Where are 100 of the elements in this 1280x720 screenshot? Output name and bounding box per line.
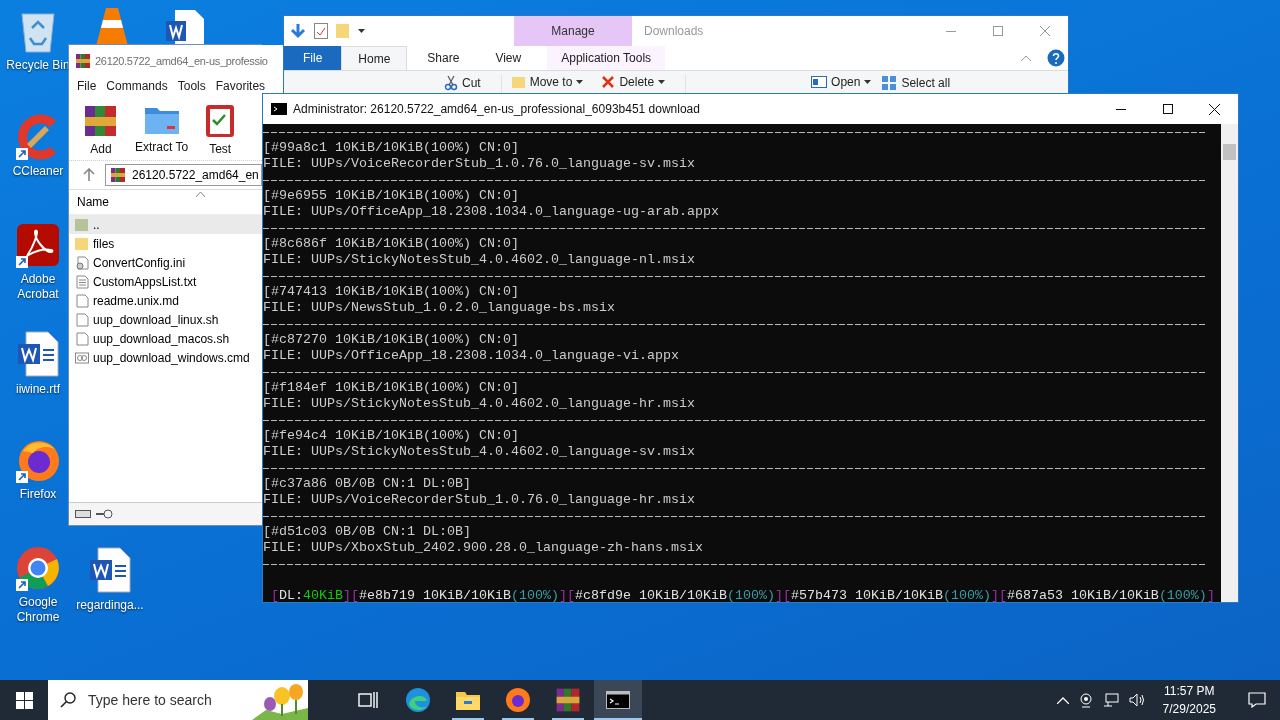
clock[interactable]: 11:57 PM 7/29/2025	[1162, 682, 1216, 718]
collapse-ribbon-icon[interactable]	[1021, 55, 1031, 61]
scrollbar[interactable]	[1221, 124, 1238, 602]
console-line: FILE: UUPs/VoiceRecorderStub_1.0.76.0_language-sv.msix	[263, 156, 695, 171]
close-icon	[1209, 103, 1220, 115]
webcam-icon[interactable]	[1078, 692, 1093, 708]
chrome-icon[interactable]	[15, 545, 61, 591]
desktop-icon-label: CCleaner	[12, 164, 64, 179]
settings-file-icon	[75, 255, 89, 270]
script-file-icon	[75, 350, 89, 365]
menu-item[interactable]: Commands	[106, 79, 168, 93]
file-icon	[75, 312, 89, 327]
file-row[interactable]: uup_download_windows.cmd	[69, 348, 262, 367]
ribbon-tab[interactable]: File	[284, 46, 342, 70]
taskbar-app-button[interactable]	[594, 680, 642, 720]
ribbon-button[interactable]: Delete	[601, 75, 666, 89]
ribbon-button[interactable]: Cut	[444, 75, 481, 91]
window-title: 26120.5722_amd64_en-us_professio	[95, 54, 268, 67]
delete-icon	[601, 75, 616, 89]
toolbar-button[interactable]: Extract To	[135, 102, 189, 160]
context-group-label: Manage	[514, 16, 632, 46]
search-field[interactable]: Type here to search	[86, 691, 240, 709]
console-line: FILE: UUPs/NewsStub_1.0.2.0_language-bs.msix	[263, 300, 615, 315]
menu-item[interactable]: File	[77, 79, 97, 93]
toolbar-button[interactable]: Add	[83, 102, 119, 160]
file-icon	[75, 293, 89, 308]
up-arrow-icon[interactable]	[83, 168, 95, 182]
minimize-icon	[945, 30, 956, 32]
console-line: [#d51c03 0B/0B CN:1 DL:0B]	[263, 524, 471, 539]
terminal-icon	[606, 691, 630, 709]
search-box[interactable]: Type here to search	[48, 680, 308, 720]
file-row[interactable]: ..	[69, 215, 262, 234]
console-line: FILE: UUPs/XboxStub_2402.900.28.0_language-zh-hans.msix	[263, 540, 703, 555]
properties-icon[interactable]	[314, 23, 328, 39]
ribbon-button[interactable]: Move to	[511, 75, 584, 89]
console-line: FILE: UUPs/StickyNotesStub_4.0.4602.0_language-sv.msix	[263, 444, 695, 459]
minimize-icon	[1115, 108, 1126, 110]
caret-icon	[576, 80, 584, 84]
address-field[interactable]: 26120.5722_amd64_en	[105, 164, 262, 186]
file-row[interactable]: readme.unix.md	[69, 291, 262, 310]
download-status-line: [DL:40KiB][#e8b719 10KiB/10KiB(100%)][#c8fd9e 10KiB/10KiB(100%)][#57b473 10KiB/10KiB(100%)][#687a53 10KiB/10KiB(100%)]	[270, 588, 1215, 603]
console-line: FILE: UUPs/VoiceRecorderStub_1.0.76.0_language-hr.msix	[263, 492, 695, 507]
console-line: [#fe94c4 10KiB/10KiB(100%) CN:0]	[263, 428, 519, 443]
grid-icon	[881, 75, 898, 91]
file-icon	[75, 331, 89, 346]
winrar-icon	[555, 687, 581, 713]
close-icon	[1039, 26, 1050, 36]
ribbon-tab[interactable]: Home	[341, 46, 408, 70]
maximize-icon	[1162, 104, 1173, 114]
drive-icon	[75, 510, 91, 518]
desktop-icon-label: Google Chrome	[15, 595, 61, 625]
chevron-up-icon[interactable]	[1056, 696, 1069, 704]
down-arrow-icon[interactable]	[290, 23, 306, 39]
caret-icon	[864, 80, 872, 84]
window-title: Administrator: 26120.5722_amd64_en-us_professional_6093b451 download	[293, 102, 701, 116]
acrobat-icon[interactable]	[15, 222, 61, 268]
task-view-icon	[358, 691, 378, 709]
console-line: FILE: UUPs/StickyNotesStub_4.0.4602.0_language-nl.msix	[263, 252, 695, 267]
console-line: FILE: UUPs/OfficeApp_18.2308.1034.0_language-vi.appx	[263, 348, 679, 363]
folder-icon	[455, 689, 481, 711]
console-line: [#8c686f 10KiB/10KiB(100%) CN:0]	[263, 236, 519, 251]
file-row[interactable]: uup_download_linux.sh	[69, 310, 262, 329]
word-document-icon[interactable]	[16, 330, 60, 378]
ribbon-button[interactable]: Select all	[881, 75, 951, 91]
speaker-icon[interactable]	[1128, 693, 1145, 707]
word-document-icon[interactable]	[88, 546, 132, 594]
console-line: [#99a8c1 10KiB/10KiB(100%) CN:0]	[263, 140, 519, 155]
help-icon[interactable]	[1047, 49, 1065, 67]
speech-bubble-icon	[1248, 692, 1266, 708]
windows-logo-icon	[15, 691, 33, 709]
firefox-icon	[505, 687, 531, 713]
clipboard-check-icon	[204, 102, 237, 138]
window-title: Downloads	[644, 24, 705, 38]
file-row[interactable]: ConvertConfig.ini	[69, 253, 262, 272]
file-row[interactable]: uup_download_macos.sh	[69, 329, 262, 348]
console-line: [#9e6955 10KiB/10KiB(100%) CN:0]	[263, 188, 519, 203]
winrar-icon	[110, 167, 126, 183]
sort-caret-icon	[196, 192, 205, 197]
maximize-icon	[992, 26, 1003, 36]
file-row[interactable]: files	[69, 234, 262, 253]
ribbon-tab[interactable]: Application Tools	[547, 46, 666, 70]
console-line: [#c37a86 0B/0B CN:1 DL:0B]	[263, 476, 471, 491]
desktop-icon-label: regardinga...	[76, 598, 144, 613]
console-line: [#f184ef 10KiB/10KiB(100%) CN:0]	[263, 380, 519, 395]
console-line: FILE: UUPs/StickyNotesStub_4.0.4602.0_language-hr.msix	[263, 396, 695, 411]
text-file-icon	[75, 274, 89, 289]
search-icon	[60, 692, 76, 708]
console-line: [#747413 10KiB/10KiB(100%) CN:0]	[263, 284, 519, 299]
console-line: [#c87270 10KiB/10KiB(100%) CN:0]	[263, 332, 519, 347]
menu-item[interactable]: Tools	[177, 79, 206, 93]
toolbar-button[interactable]: Test	[204, 102, 237, 160]
console-line: FILE: UUPs/OfficeApp_18.2308.1034.0_language-ug-arab.appx	[263, 204, 719, 219]
desktop-icon-label: iiwine.rtf	[16, 382, 60, 397]
file-row[interactable]: CustomAppsList.txt	[69, 272, 262, 291]
edge-icon	[405, 687, 431, 713]
caret-icon	[358, 29, 365, 33]
ribbon-button[interactable]: Open	[811, 75, 872, 89]
folder-icon	[75, 236, 89, 251]
menu-item[interactable]: Favorites	[215, 79, 266, 93]
network-icon[interactable]	[1102, 693, 1119, 707]
